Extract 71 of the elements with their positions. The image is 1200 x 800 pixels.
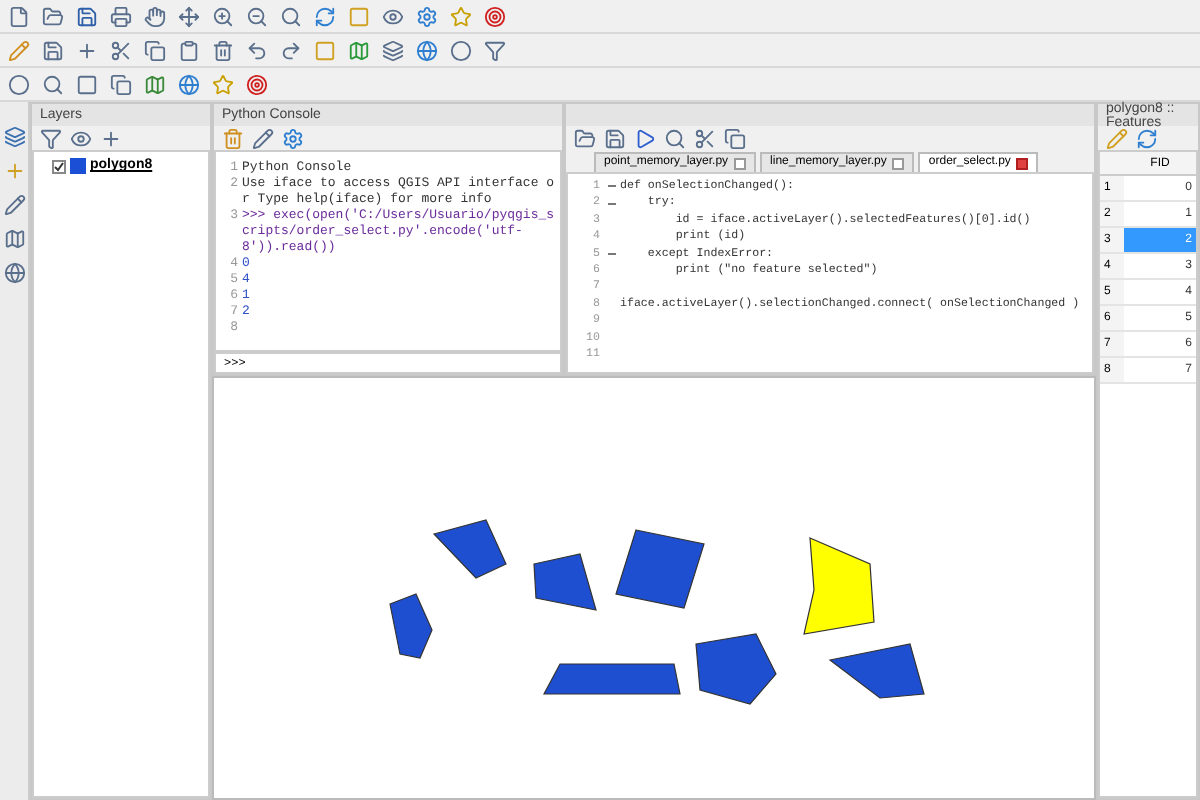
undo-icon[interactable] (246, 39, 268, 61)
refresh-icon[interactable] (1136, 127, 1158, 149)
clipboard-icon[interactable] (178, 39, 200, 61)
editor-icon[interactable] (252, 127, 274, 149)
globe-icon[interactable] (416, 39, 438, 61)
file-icon[interactable] (8, 5, 30, 27)
fold-marker-icon[interactable] (608, 251, 616, 256)
add-icon[interactable] (76, 39, 98, 61)
fold-marker-icon[interactable] (608, 201, 616, 206)
printer-icon[interactable] (110, 5, 132, 27)
pencil-icon[interactable] (8, 39, 30, 61)
zoom-out-icon[interactable] (246, 5, 268, 27)
target-icon[interactable] (484, 5, 506, 27)
run-icon[interactable] (634, 127, 656, 149)
star-icon[interactable] (212, 73, 234, 95)
search-icon[interactable] (664, 127, 686, 149)
magnifier-icon[interactable] (280, 5, 302, 27)
eye-icon[interactable] (382, 5, 404, 27)
scissors-icon[interactable] (110, 39, 132, 61)
polygon-feature[interactable] (828, 643, 925, 699)
map-icon[interactable] (3, 228, 25, 250)
polygon-feature[interactable] (695, 633, 777, 705)
polygon-feature[interactable] (615, 529, 705, 609)
close-icon[interactable] (734, 157, 747, 169)
close-icon[interactable] (1016, 157, 1029, 169)
search-icon[interactable] (42, 73, 64, 95)
save-icon[interactable] (42, 39, 64, 61)
layers-icon[interactable] (382, 39, 404, 61)
hand-icon[interactable] (144, 5, 166, 27)
circle-icon[interactable] (8, 73, 30, 95)
target-icon[interactable] (246, 73, 268, 95)
move-icon[interactable] (178, 5, 200, 27)
star-icon[interactable] (450, 5, 472, 27)
copy-icon[interactable] (110, 73, 132, 95)
save-icon[interactable] (76, 5, 98, 27)
redo-icon[interactable] (280, 39, 302, 61)
polygon-feature[interactable] (533, 553, 597, 611)
layer-checkbox[interactable] (52, 159, 66, 174)
circle-icon[interactable] (450, 39, 472, 61)
zoom-in-icon[interactable] (212, 5, 234, 27)
clear-icon[interactable] (222, 127, 244, 149)
add-icon[interactable] (100, 127, 122, 149)
polygon-feature[interactable] (803, 537, 875, 635)
code-editor[interactable] (566, 172, 1094, 374)
settings-icon[interactable] (416, 5, 438, 27)
check-icon (54, 161, 64, 172)
filter-icon[interactable] (484, 39, 506, 61)
map-icon[interactable] (348, 39, 370, 61)
pencil-icon[interactable] (3, 194, 25, 216)
refresh-icon[interactable] (314, 5, 336, 27)
globe-icon[interactable] (3, 262, 25, 284)
trash-icon[interactable] (212, 39, 234, 61)
fold-marker-icon[interactable] (608, 184, 616, 189)
copy-icon[interactable] (144, 39, 166, 61)
filter-icon[interactable] (40, 127, 62, 149)
save-icon[interactable] (604, 127, 626, 149)
layers-icon[interactable] (3, 126, 25, 148)
map-canvas[interactable] (212, 376, 1096, 800)
copy-icon[interactable] (724, 127, 746, 149)
polygon-feature[interactable] (432, 519, 507, 579)
globe-icon[interactable] (178, 73, 200, 95)
map-icon[interactable] (144, 73, 166, 95)
eye-icon[interactable] (70, 127, 92, 149)
square-icon[interactable] (76, 73, 98, 95)
settings-icon[interactable] (282, 127, 304, 149)
polygon-feature[interactable] (389, 593, 433, 659)
scissors-icon[interactable] (694, 127, 716, 149)
folder-icon[interactable] (574, 127, 596, 149)
polygon-feature[interactable] (543, 663, 681, 695)
folder-icon[interactable] (42, 5, 64, 27)
close-icon[interactable] (892, 157, 905, 169)
